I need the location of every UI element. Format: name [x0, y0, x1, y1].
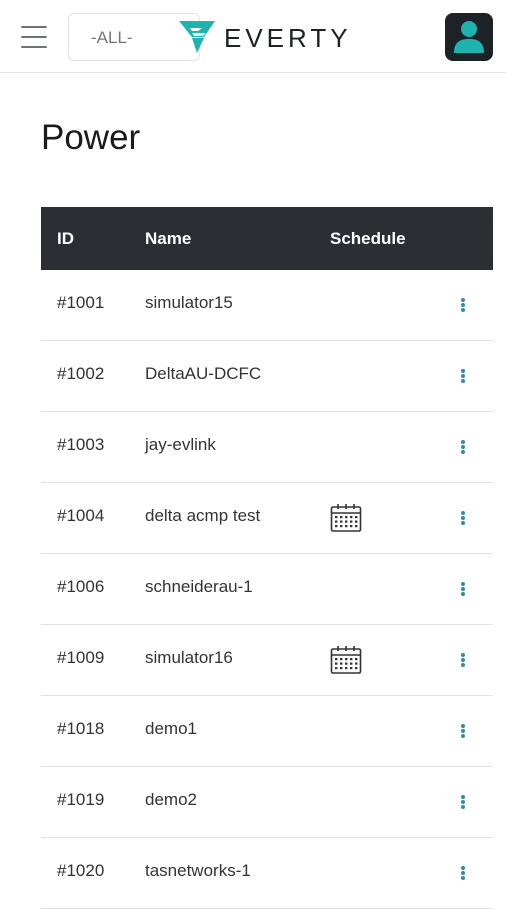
- row-id: #1006: [57, 577, 105, 596]
- more-vertical-icon[interactable]: [453, 718, 473, 744]
- everty-logo-mark-icon: [179, 21, 215, 53]
- row-name: schneiderau-1: [145, 577, 253, 596]
- more-vertical-icon[interactable]: [453, 434, 473, 460]
- row-name: jay-evlink: [145, 435, 216, 454]
- more-vertical-icon[interactable]: [453, 647, 473, 673]
- more-vertical-icon[interactable]: [453, 789, 473, 815]
- row-name: DeltaAU-DCFC: [145, 364, 262, 383]
- table-row[interactable]: #1018 demo1: [41, 696, 493, 767]
- row-name: demo1: [145, 719, 197, 738]
- table-row[interactable]: #1009 simulator16: [41, 625, 493, 696]
- row-name: simulator16: [145, 648, 233, 667]
- calendar-icon[interactable]: [330, 645, 362, 675]
- row-id: #1018: [57, 719, 105, 738]
- row-name: simulator15: [145, 293, 233, 312]
- row-id: #1002: [57, 364, 105, 383]
- calendar-icon[interactable]: [330, 503, 362, 533]
- table-row[interactable]: #1001 simulator15: [41, 270, 493, 341]
- more-vertical-icon[interactable]: [453, 860, 473, 886]
- row-name: delta acmp test: [145, 506, 261, 525]
- row-id: #1001: [57, 293, 105, 312]
- everty-logo: EVERTY: [178, 17, 348, 57]
- table-body: #1001 simulator15 #1002 DeltaAU-DCFC #1003 ja…: [41, 270, 493, 909]
- row-id: #1003: [57, 435, 105, 454]
- column-header-name: Name: [145, 229, 192, 248]
- power-table: ID Name Schedule #1001 simulator15 #1002 De…: [41, 207, 493, 909]
- hamburger-menu-icon[interactable]: [21, 26, 47, 48]
- row-id: #1019: [57, 790, 105, 809]
- table-row[interactable]: #1020 tasnetworks-1: [41, 838, 493, 909]
- table-row[interactable]: #1002 DeltaAU-DCFC: [41, 341, 493, 412]
- more-vertical-icon[interactable]: [453, 576, 473, 602]
- table-row[interactable]: #1006 schneiderau-1: [41, 554, 493, 625]
- more-vertical-icon[interactable]: [453, 363, 473, 389]
- table-header: ID Name Schedule: [41, 207, 493, 270]
- table-row[interactable]: #1004 delta acmp test: [41, 483, 493, 554]
- row-id: #1009: [57, 648, 105, 667]
- app-header: -ALL- EVERTY: [0, 0, 506, 73]
- column-header-schedule: Schedule: [330, 229, 406, 248]
- row-name: demo2: [145, 790, 197, 809]
- logo-wordmark: EVERTY: [224, 23, 352, 53]
- more-vertical-icon[interactable]: [453, 505, 473, 531]
- table-row[interactable]: #1003 jay-evlink: [41, 412, 493, 483]
- column-header-id: ID: [57, 229, 74, 248]
- user-icon[interactable]: [445, 13, 493, 61]
- more-vertical-icon[interactable]: [453, 292, 473, 318]
- row-name: tasnetworks-1: [145, 861, 251, 880]
- row-id: #1020: [57, 861, 105, 880]
- table-row[interactable]: #1019 demo2: [41, 767, 493, 838]
- page-title: Power: [41, 118, 141, 157]
- row-id: #1004: [57, 506, 105, 525]
- site-filter-value: -ALL-: [91, 28, 133, 47]
